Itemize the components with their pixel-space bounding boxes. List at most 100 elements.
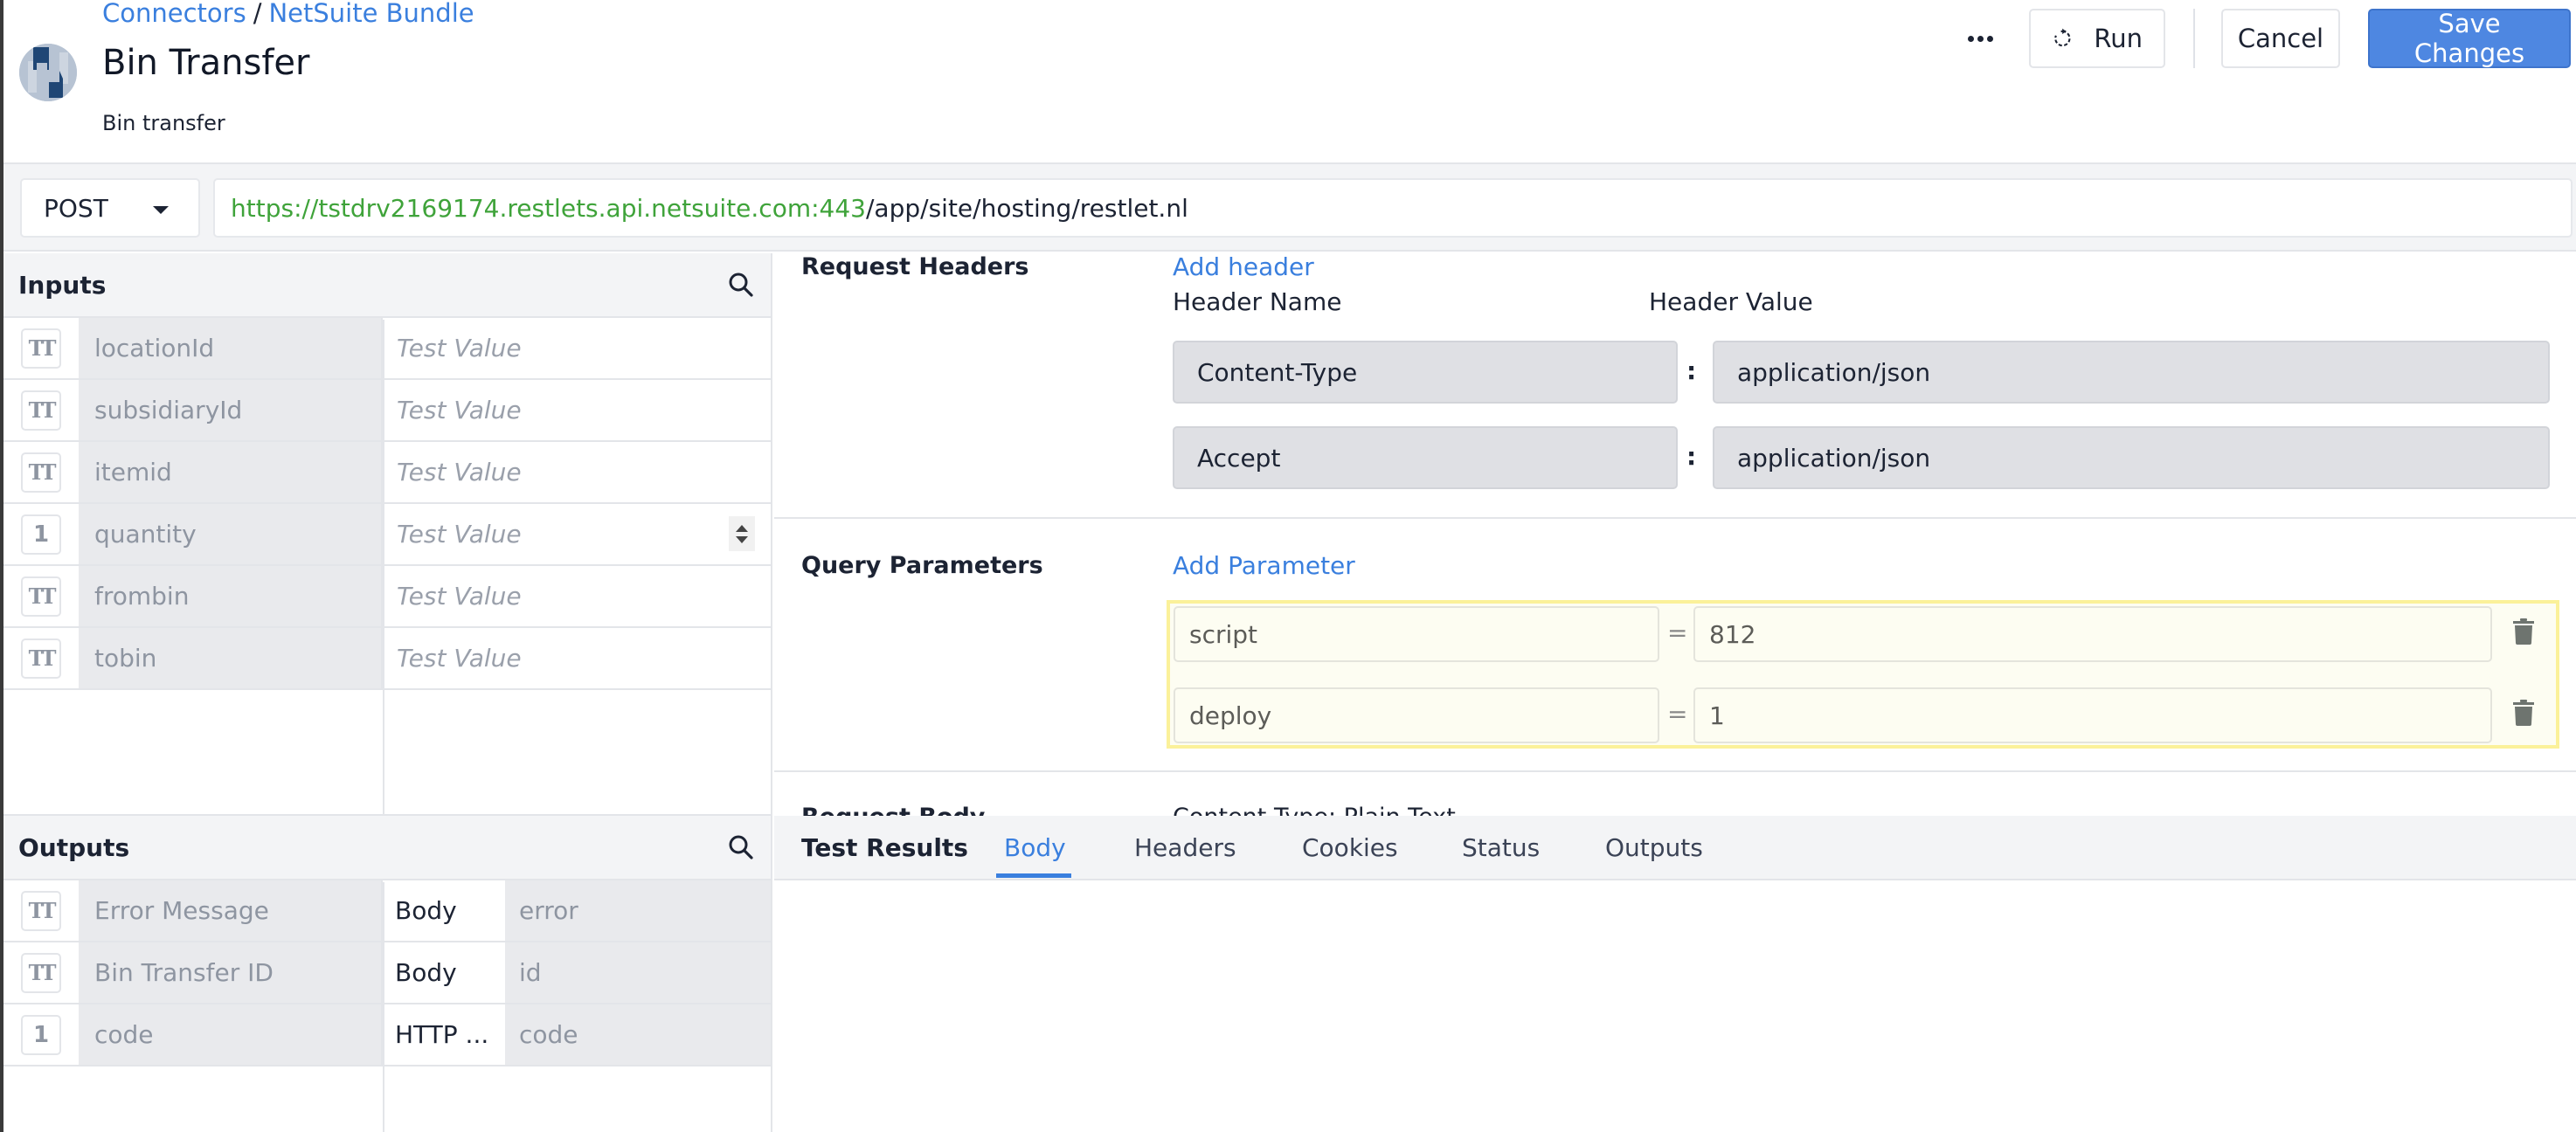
type-cell: TT bbox=[3, 380, 79, 440]
stepper-up-icon[interactable] bbox=[736, 524, 748, 532]
inputs-title: Inputs bbox=[18, 270, 107, 300]
output-path: error bbox=[505, 880, 771, 941]
run-refresh-icon bbox=[2054, 28, 2071, 47]
input-row: TT tobin Test Value bbox=[3, 628, 771, 690]
text-type-icon[interactable]: TT bbox=[21, 952, 61, 993]
cancel-button[interactable]: Cancel bbox=[2221, 9, 2340, 68]
column-divider bbox=[383, 882, 384, 1132]
section-divider bbox=[774, 770, 2576, 772]
test-value-placeholder: Test Value bbox=[397, 582, 522, 611]
test-value-placeholder: Test Value bbox=[397, 334, 522, 362]
netsuite-logo-icon bbox=[19, 44, 77, 101]
column-divider bbox=[383, 320, 384, 816]
param-name-field[interactable]: deploy bbox=[1174, 687, 1659, 743]
input-name: locationId bbox=[79, 318, 383, 378]
output-name: code bbox=[79, 1004, 383, 1065]
param-name-field[interactable]: script bbox=[1174, 606, 1659, 662]
delete-param-trash-icon[interactable] bbox=[2513, 700, 2534, 726]
number-stepper[interactable] bbox=[729, 516, 755, 551]
text-type-icon[interactable]: TT bbox=[21, 328, 61, 369]
input-row: TT frombin Test Value bbox=[3, 566, 771, 628]
type-cell: TT bbox=[3, 942, 79, 1003]
test-value-input[interactable]: Test Value bbox=[383, 504, 771, 564]
search-icon[interactable] bbox=[727, 833, 755, 861]
more-dot-icon bbox=[1977, 35, 1984, 42]
header-separator: : bbox=[1686, 356, 1697, 385]
more-options-button[interactable] bbox=[1954, 9, 2006, 68]
test-results-tabbar: Test Results Body Headers Cookies Status… bbox=[774, 816, 2576, 880]
run-label: Run bbox=[2094, 24, 2143, 53]
more-dot-icon bbox=[1986, 35, 1993, 42]
header-value-field[interactable]: application/json bbox=[1713, 341, 2550, 404]
breadcrumb-connectors[interactable]: Connectors bbox=[102, 0, 246, 28]
number-type-icon[interactable]: 1 bbox=[21, 1014, 61, 1055]
type-cell: 1 bbox=[3, 504, 79, 564]
page-header: Connectors / NetSuite Bundle Bin Transfer … bbox=[3, 0, 2576, 164]
input-row: TT itemid Test Value bbox=[3, 442, 771, 504]
type-cell: 1 bbox=[3, 1004, 79, 1065]
output-path: id bbox=[505, 942, 771, 1003]
input-name: frombin bbox=[79, 566, 383, 626]
header-name-field[interactable]: Content-Type bbox=[1173, 341, 1678, 404]
search-icon[interactable] bbox=[727, 271, 755, 299]
page-subtitle: Bin transfer bbox=[102, 111, 225, 135]
output-row: TT Error Message Body error bbox=[3, 880, 771, 942]
test-results-pane: Test Results Body Headers Cookies Status… bbox=[774, 816, 2576, 1132]
tab-headers[interactable]: Headers bbox=[1134, 833, 1236, 862]
inputs-section: Inputs TT locationId Test Value TT subsidiar… bbox=[3, 253, 771, 816]
output-row: 1 code HTTP ... code bbox=[3, 1004, 771, 1066]
param-value-field[interactable]: 1 bbox=[1693, 687, 2492, 743]
text-type-icon[interactable]: TT bbox=[21, 390, 61, 431]
output-source-select[interactable]: HTTP ... bbox=[383, 1004, 505, 1065]
header-actions: Run Cancel Save Changes bbox=[1954, 9, 2571, 68]
delete-param-trash-icon[interactable] bbox=[2513, 618, 2534, 645]
output-source-select[interactable]: Body bbox=[383, 942, 505, 1003]
test-value-input[interactable]: Test Value bbox=[383, 442, 771, 502]
active-tab-indicator bbox=[996, 873, 1071, 878]
test-results-body bbox=[774, 880, 2576, 1132]
header-separator: : bbox=[1686, 442, 1697, 471]
text-type-icon[interactable]: TT bbox=[21, 638, 61, 679]
add-header-link[interactable]: Add header bbox=[1173, 253, 1314, 281]
test-value-input[interactable]: Test Value bbox=[383, 318, 771, 378]
run-button[interactable]: Run bbox=[2029, 9, 2165, 68]
tab-outputs[interactable]: Outputs bbox=[1605, 833, 1703, 862]
text-type-icon[interactable]: TT bbox=[21, 576, 61, 617]
breadcrumb: Connectors / NetSuite Bundle bbox=[102, 0, 474, 26]
number-type-icon[interactable]: 1 bbox=[21, 514, 61, 555]
tab-cookies[interactable]: Cookies bbox=[1302, 833, 1398, 862]
more-dot-icon bbox=[1967, 35, 1974, 42]
test-value-placeholder: Test Value bbox=[397, 520, 522, 549]
test-value-input[interactable]: Test Value bbox=[383, 566, 771, 626]
http-method-select[interactable]: POST bbox=[20, 178, 200, 238]
param-value-field[interactable]: 812 bbox=[1693, 606, 2492, 662]
request-body-label: Request Body bbox=[801, 804, 985, 816]
breadcrumb-netsuite-bundle[interactable]: NetSuite Bundle bbox=[268, 0, 474, 28]
output-source-select[interactable]: Body bbox=[383, 880, 505, 941]
save-changes-button[interactable]: Save Changes bbox=[2368, 9, 2571, 68]
tab-status[interactable]: Status bbox=[1462, 833, 1540, 862]
input-row: 1 quantity Test Value bbox=[3, 504, 771, 566]
header-value-field[interactable]: application/json bbox=[1713, 426, 2550, 489]
test-value-input[interactable]: Test Value bbox=[383, 380, 771, 440]
http-method-value: POST bbox=[44, 193, 108, 223]
url-base: https://tstdrv2169174.restlets.api.netsu… bbox=[231, 193, 866, 223]
outputs-header: Outputs bbox=[3, 816, 771, 880]
type-cell: TT bbox=[3, 880, 79, 941]
tab-body[interactable]: Body bbox=[1004, 833, 1066, 862]
stepper-down-icon[interactable] bbox=[736, 535, 748, 543]
url-input[interactable]: https://tstdrv2169174.restlets.api.netsu… bbox=[213, 178, 2573, 238]
text-type-icon[interactable]: TT bbox=[21, 890, 61, 931]
outputs-table: TT Error Message Body error TT Bin Transfer I… bbox=[3, 880, 771, 1066]
add-parameter-link[interactable]: Add Parameter bbox=[1173, 551, 1355, 580]
header-name-field[interactable]: Accept bbox=[1173, 426, 1678, 489]
input-name: subsidiaryId bbox=[79, 380, 383, 440]
test-value-placeholder: Test Value bbox=[397, 458, 522, 487]
input-name: tobin bbox=[79, 628, 383, 688]
text-type-icon[interactable]: TT bbox=[21, 452, 61, 493]
test-value-input[interactable]: Test Value bbox=[383, 628, 771, 688]
outputs-title: Outputs bbox=[18, 832, 130, 862]
actions-divider bbox=[2193, 9, 2195, 68]
output-row: TT Bin Transfer ID Body id bbox=[3, 942, 771, 1004]
url-path: /app/site/hosting/restlet.nl bbox=[866, 193, 1188, 223]
